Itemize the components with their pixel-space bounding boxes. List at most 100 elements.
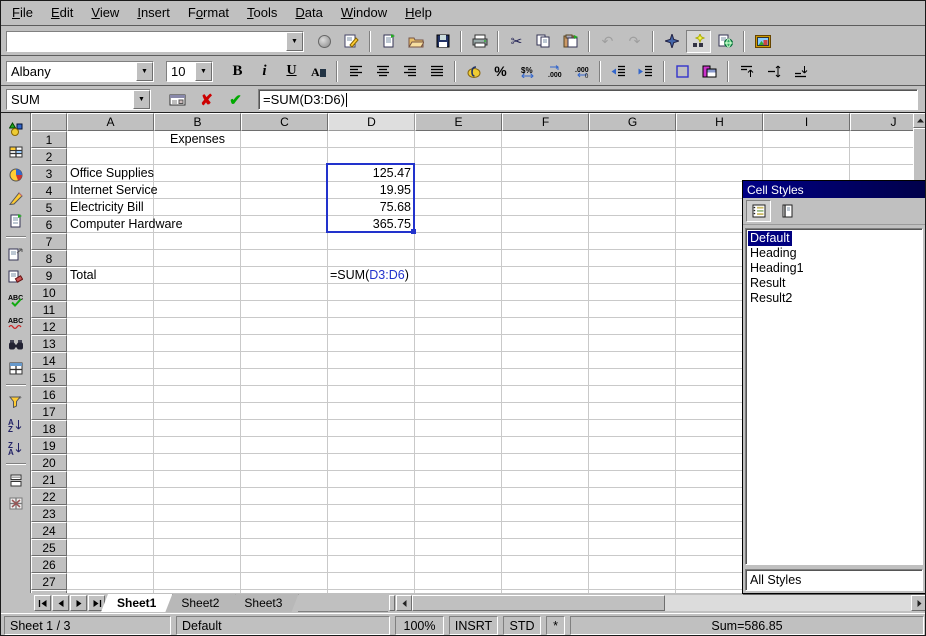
row-header-3[interactable]: 3	[31, 165, 67, 182]
navigator-icon[interactable]	[659, 30, 684, 53]
cell-reference-input[interactable]	[7, 90, 133, 109]
menu-window[interactable]: Window	[332, 2, 396, 24]
page-styles-icon[interactable]	[774, 200, 799, 222]
save-icon[interactable]	[430, 30, 455, 53]
fill-handle[interactable]	[411, 229, 416, 234]
row-header-14[interactable]: 14	[31, 352, 67, 369]
menu-tools[interactable]: Tools	[238, 2, 286, 24]
exchange-format-icon[interactable]: $%	[515, 60, 540, 83]
decrease-indent-icon[interactable]	[606, 60, 631, 83]
style-item-default[interactable]: Default	[748, 231, 792, 246]
style-item-result2[interactable]: Result2	[748, 291, 794, 306]
font-name-combobox[interactable]: ▼	[6, 61, 154, 82]
next-sheet-icon[interactable]	[70, 595, 87, 611]
sheet-tab-sheet3[interactable]: Sheet3	[228, 594, 298, 612]
stylist-icon[interactable]	[686, 30, 711, 53]
row-header-4[interactable]: 4	[31, 182, 67, 199]
row-header-27[interactable]: 27	[31, 573, 67, 590]
font-name-input[interactable]	[7, 62, 136, 81]
status-page-style[interactable]: Default	[176, 616, 390, 635]
row-header-7[interactable]: 7	[31, 233, 67, 250]
menu-data[interactable]: Data	[286, 2, 331, 24]
row-header-25[interactable]: 25	[31, 539, 67, 556]
find-icon[interactable]	[3, 335, 29, 356]
autoformat-icon[interactable]	[3, 266, 29, 287]
borders-icon[interactable]	[670, 60, 695, 83]
edit-file-icon[interactable]	[339, 30, 364, 53]
scroll-up-icon[interactable]	[913, 113, 926, 128]
cell-a5[interactable]: Electricity Bill	[67, 199, 144, 216]
background-color-icon[interactable]	[697, 60, 722, 83]
align-top-icon[interactable]	[734, 60, 759, 83]
accept-icon[interactable]: ✔	[223, 88, 248, 111]
row-header-23[interactable]: 23	[31, 505, 67, 522]
menu-view[interactable]: View	[82, 2, 128, 24]
center-vertical-icon[interactable]	[761, 60, 786, 83]
row-header-5[interactable]: 5	[31, 199, 67, 216]
row-header-16[interactable]: 16	[31, 386, 67, 403]
datasources-icon[interactable]	[3, 358, 29, 379]
cell-a3[interactable]: Office Supplies	[67, 165, 154, 182]
row-header-6[interactable]: 6	[31, 216, 67, 233]
italic-icon[interactable]: i	[252, 60, 277, 83]
style-item-heading1[interactable]: Heading1	[748, 261, 806, 276]
stop-icon[interactable]	[312, 30, 337, 53]
row-header-12[interactable]: 12	[31, 318, 67, 335]
row-header-1[interactable]: 1	[31, 131, 67, 148]
status-insert-mode[interactable]: INSRT	[449, 616, 498, 635]
column-header-b[interactable]: B	[154, 113, 241, 131]
copy-icon[interactable]	[531, 30, 556, 53]
style-item-result[interactable]: Result	[748, 276, 787, 291]
percent-icon[interactable]: %	[488, 60, 513, 83]
insert-chart-icon[interactable]	[3, 164, 29, 185]
sort-descending-icon[interactable]: ZA	[3, 437, 29, 458]
row-header-21[interactable]: 21	[31, 471, 67, 488]
font-size-combobox[interactable]: ▼	[166, 61, 213, 82]
row-header-10[interactable]: 10	[31, 284, 67, 301]
style-item-heading[interactable]: Heading	[748, 246, 799, 261]
hyperlink-icon[interactable]	[713, 30, 738, 53]
column-header-j[interactable]: J	[850, 113, 913, 131]
menu-format[interactable]: Format	[179, 2, 238, 24]
row-header-26[interactable]: 26	[31, 556, 67, 573]
align-bottom-icon[interactable]	[788, 60, 813, 83]
status-selection-mode[interactable]: STD	[503, 616, 541, 635]
cell-d9[interactable]: =SUM(D3:D6)	[330, 267, 409, 284]
row-header-8[interactable]: 8	[31, 250, 67, 267]
sort-ascending-icon[interactable]: AZ	[3, 414, 29, 435]
insert-icon[interactable]	[3, 118, 29, 139]
align-center-icon[interactable]	[370, 60, 395, 83]
cell-reference-box[interactable]: ▼	[6, 89, 151, 110]
column-header-f[interactable]: F	[502, 113, 589, 131]
row-header-15[interactable]: 15	[31, 369, 67, 386]
horizontal-scrollbar[interactable]	[396, 595, 926, 611]
row-header-13[interactable]: 13	[31, 335, 67, 352]
select-all-corner[interactable]	[31, 113, 67, 131]
row-header-20[interactable]: 20	[31, 454, 67, 471]
paste-icon[interactable]	[558, 30, 583, 53]
dropdown-arrow-icon[interactable]: ▼	[286, 32, 303, 51]
styles-category-select[interactable]: All Styles	[745, 569, 923, 591]
panel-title-bar[interactable]: Cell Styles	[743, 181, 925, 198]
cell-styles-icon[interactable]	[746, 200, 771, 222]
autospellcheck-icon[interactable]: ABC	[3, 312, 29, 333]
scroll-left-icon[interactable]	[396, 595, 412, 611]
align-right-icon[interactable]	[397, 60, 422, 83]
bold-icon[interactable]: B	[225, 60, 250, 83]
cell-a9[interactable]: Total	[67, 267, 96, 284]
group-icon[interactable]	[3, 470, 29, 491]
tab-splitter[interactable]	[389, 595, 395, 611]
column-header-i[interactable]: I	[763, 113, 850, 131]
sheet-tab-sheet1[interactable]: Sheet1	[101, 594, 172, 612]
autofilter-icon[interactable]	[3, 391, 29, 412]
status-formula-sum[interactable]: Sum=586.85	[570, 616, 924, 635]
new-document-icon[interactable]	[376, 30, 401, 53]
column-header-g[interactable]: G	[589, 113, 676, 131]
column-header-c[interactable]: C	[241, 113, 328, 131]
column-header-a[interactable]: A	[67, 113, 154, 131]
scroll-right-icon[interactable]	[911, 595, 926, 611]
cancel-icon[interactable]: ✘	[194, 88, 219, 111]
column-header-d[interactable]: D	[328, 113, 415, 131]
cell-b1[interactable]: Expenses	[154, 131, 241, 148]
cell-a6[interactable]: Computer Hardware	[67, 216, 183, 233]
